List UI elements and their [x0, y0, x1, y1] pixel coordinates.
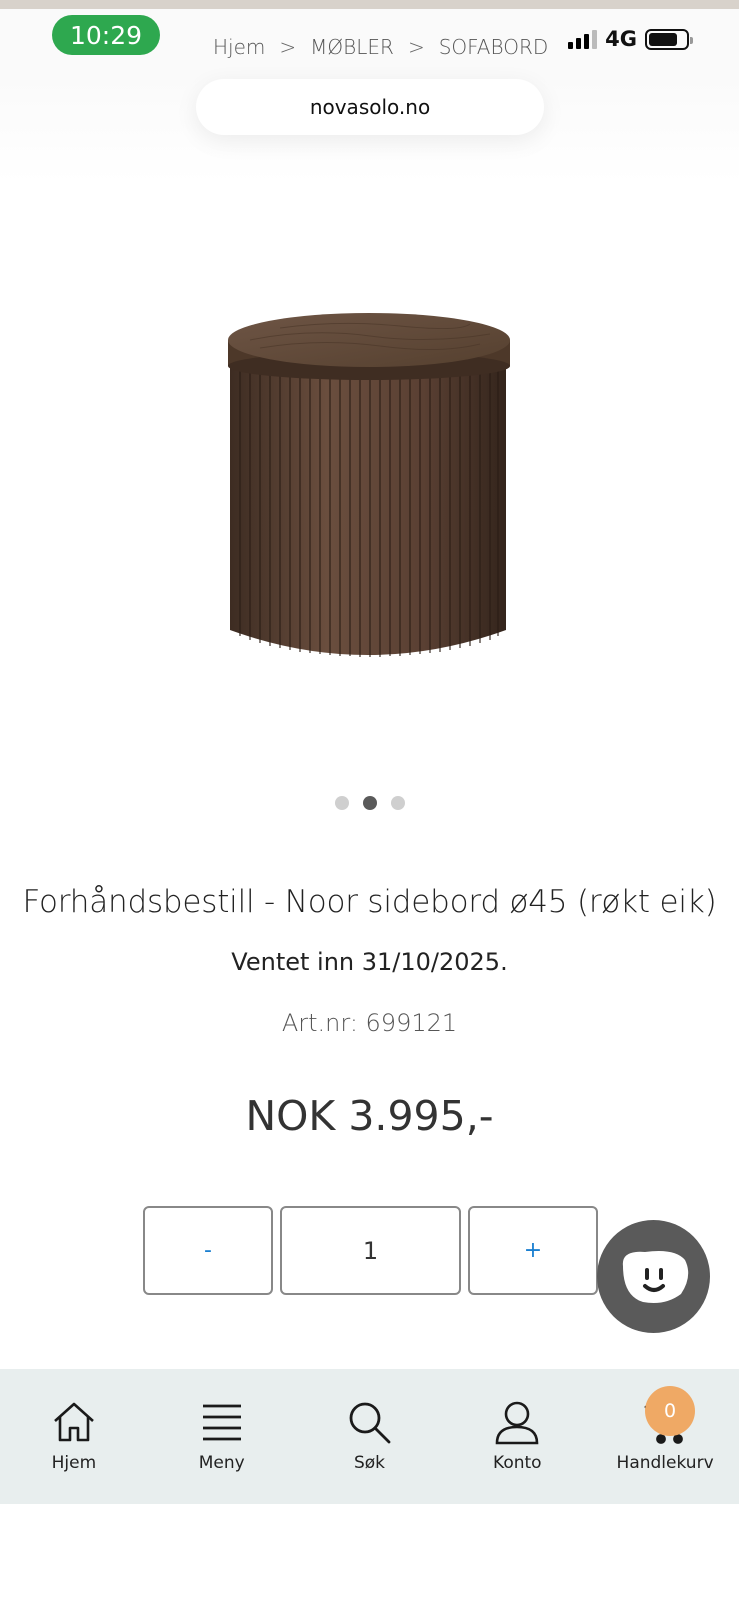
network-type: 4G [605, 27, 637, 51]
status-bar: 10:29 Hjem > MØBLER > SOFABORD 4G [0, 9, 739, 74]
product-title: Forhåndsbestill - Noor sidebord ø45 (røk… [22, 884, 717, 920]
nav-label-account: Konto [493, 1453, 542, 1473]
nav-item-account[interactable]: Konto [443, 1369, 591, 1504]
nav-item-menu[interactable]: Meny [148, 1369, 296, 1504]
battery-icon [645, 28, 693, 50]
nav-label-search: Søk [353, 1453, 386, 1473]
carousel-dot-active[interactable] [362, 796, 377, 810]
carousel-dots [0, 796, 739, 810]
breadcrumb-separator: > [279, 35, 297, 59]
breadcrumb-mobler[interactable]: MØBLER [310, 35, 394, 59]
nav-label-menu: Meny [198, 1453, 245, 1473]
product-image[interactable] [220, 300, 520, 700]
nav-label-home: Hjem [51, 1453, 97, 1473]
product-price: NOK 3.995,- [245, 1092, 494, 1140]
nav-item-cart[interactable]: 0 Handlekurv [591, 1369, 739, 1504]
nav-item-search[interactable]: Søk [296, 1369, 444, 1504]
browser-address-area: novasolo.no [0, 74, 739, 184]
quantity-stepper: - 1 + [143, 1206, 598, 1295]
breadcrumb-home[interactable]: Hjem [213, 35, 265, 59]
quantity-decrease-button[interactable]: - [143, 1206, 273, 1295]
carousel-dot[interactable] [334, 796, 349, 810]
menu-icon [202, 1404, 241, 1441]
breadcrumb-sofabord[interactable]: SOFABORD [439, 35, 549, 59]
status-indicators: 4G [568, 27, 693, 51]
breadcrumb: Hjem > MØBLER > SOFABORD [213, 35, 548, 59]
carousel-dot[interactable] [390, 796, 405, 810]
bottom-nav: Hjem Meny Søk Konto 0 Handlekurv [0, 1369, 739, 1504]
article-number: Art.nr: 699121 [281, 1009, 458, 1037]
quantity-input[interactable]: 1 [280, 1206, 461, 1295]
nav-label-cart: Handlekurv [616, 1453, 714, 1473]
top-strip [0, 0, 739, 9]
chat-button[interactable] [597, 1220, 710, 1333]
expected-date: Ventet inn 31/10/2025. [231, 948, 508, 976]
quantity-increase-button[interactable]: + [468, 1206, 598, 1295]
home-icon [54, 1402, 94, 1442]
nav-item-home[interactable]: Hjem [0, 1369, 148, 1504]
search-icon [350, 1402, 391, 1444]
signal-icon [568, 29, 598, 49]
address-bar[interactable]: novasolo.no [196, 79, 544, 135]
cart-count-badge: 0 [645, 1386, 696, 1436]
user-icon [495, 1401, 539, 1445]
chat-face-icon [622, 1250, 688, 1303]
status-time: 10:29 [52, 15, 160, 55]
breadcrumb-separator: > [407, 35, 425, 59]
